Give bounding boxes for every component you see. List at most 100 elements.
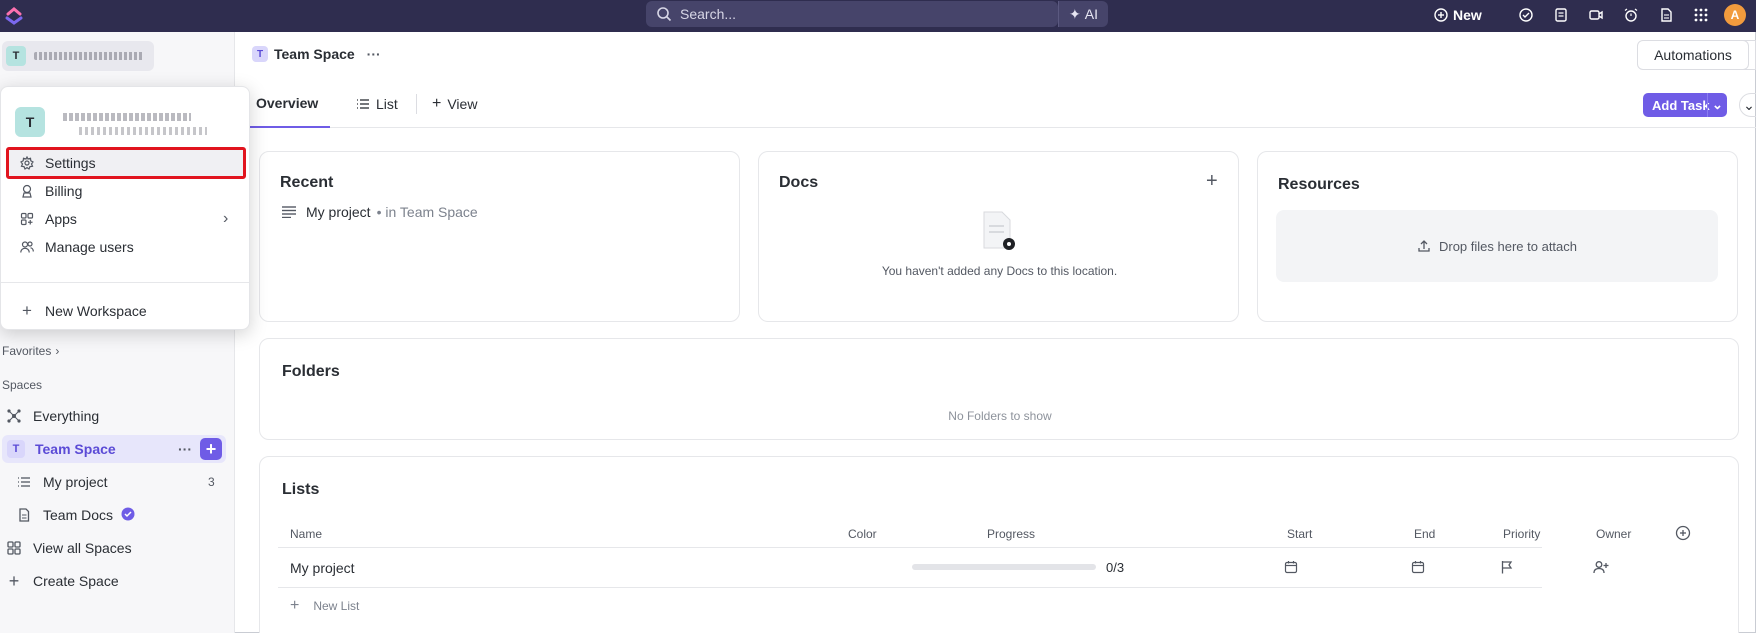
chevron-right-icon: ›	[55, 344, 60, 358]
lists-title: Lists	[282, 481, 320, 498]
column-header-color[interactable]: Color	[848, 527, 877, 541]
workspace-name-redacted	[34, 52, 144, 60]
workspace-name-redacted	[63, 113, 191, 121]
chevron-down-icon[interactable]: ⌄	[1707, 93, 1727, 117]
recent-item[interactable]: My project • in Team Space	[282, 204, 478, 220]
add-view-button[interactable]: + View	[432, 80, 477, 128]
spaces-label: Spaces	[2, 378, 43, 392]
billing-icon	[19, 183, 35, 199]
menu-item-settings[interactable]: Settings	[6, 147, 246, 179]
alarm-clock-icon[interactable]	[1621, 5, 1641, 25]
plus-icon: +	[432, 95, 442, 112]
column-header-end[interactable]: End	[1414, 527, 1435, 541]
search-icon	[657, 7, 672, 22]
main-content: T Team Space ··· Automations Overview Li…	[224, 32, 1756, 633]
favorites-label: Favorites	[2, 344, 52, 358]
task-check-icon[interactable]	[1516, 5, 1536, 25]
view-tabs: Overview List + View	[224, 80, 1756, 128]
space-avatar: T	[7, 440, 25, 458]
add-doc-icon[interactable]: +	[1206, 170, 1218, 193]
file-drop-zone[interactable]: Drop files here to attach	[1276, 210, 1718, 282]
space-name[interactable]: Team Space	[274, 46, 355, 62]
docs-empty-text: You haven't added any Docs to this locat…	[881, 264, 1118, 278]
lists-card: Lists Name Color Progress Start End Prio…	[259, 456, 1739, 633]
collapse-chevron-icon[interactable]: ⌄	[1739, 93, 1756, 117]
automations-button[interactable]: Automations	[1637, 40, 1749, 70]
sidebar-item-team-docs[interactable]: Team Docs	[0, 501, 226, 529]
start-date-icon[interactable]	[1284, 560, 1298, 574]
sidebar-item-label: Team Space	[35, 441, 116, 457]
apps-grid-icon[interactable]	[1691, 5, 1711, 25]
clickup-logo-icon[interactable]	[4, 6, 24, 26]
workspace-url-redacted	[79, 127, 207, 135]
sparkle-icon: ✦	[1069, 5, 1081, 22]
plus-icon: +	[8, 570, 20, 591]
sidebar-item-label: View all Spaces	[33, 540, 132, 556]
menu-item-apps[interactable]: Apps ›	[7, 204, 245, 234]
list-name[interactable]: My project	[290, 560, 355, 576]
sidebar-item-view-all-spaces[interactable]: View all Spaces	[0, 534, 226, 562]
new-label: New	[1453, 7, 1482, 23]
column-header-progress[interactable]: Progress	[987, 527, 1035, 541]
menu-item-new-workspace[interactable]: + New Workspace	[7, 296, 245, 326]
tab-divider	[416, 94, 417, 114]
search-bar[interactable]: Search...	[646, 1, 1058, 27]
menu-item-label: Manage users	[45, 239, 134, 255]
workspace-avatar: T	[6, 46, 26, 66]
column-header-name[interactable]: Name	[290, 527, 322, 541]
new-list-button[interactable]: + New List	[290, 597, 359, 615]
video-clip-icon[interactable]	[1586, 5, 1606, 25]
favorites-section[interactable]: Favorites ›	[2, 344, 59, 358]
menu-item-billing[interactable]: Billing	[7, 176, 245, 206]
tab-label: Overview	[256, 95, 319, 111]
everything-icon	[5, 407, 23, 425]
folders-empty-text: No Folders to show	[948, 409, 1052, 423]
more-options-icon[interactable]: ···	[367, 46, 381, 62]
list-icon	[357, 99, 369, 109]
document-icon[interactable]	[1656, 5, 1676, 25]
column-header-owner[interactable]: Owner	[1596, 527, 1631, 541]
plus-icon: +	[290, 597, 300, 614]
priority-flag-icon[interactable]	[1500, 560, 1514, 574]
menu-item-label: New Workspace	[45, 303, 147, 319]
sidebar-item-create-space[interactable]: + Create Space	[0, 567, 226, 595]
tab-list[interactable]: List	[356, 80, 398, 128]
sidebar-item-my-project[interactable]: My project 3	[0, 468, 226, 496]
apps-icon	[19, 211, 35, 227]
column-header-start[interactable]: Start	[1287, 527, 1312, 541]
end-date-icon[interactable]	[1411, 560, 1425, 574]
menu-item-manage-users[interactable]: Manage users	[7, 232, 245, 262]
column-header-priority[interactable]: Priority	[1503, 527, 1540, 541]
menu-item-label: Apps	[45, 211, 77, 227]
ai-button[interactable]: ✦ AI	[1058, 1, 1108, 27]
assign-owner-icon[interactable]	[1593, 560, 1609, 574]
new-button[interactable]: New	[1434, 4, 1482, 26]
resources-title: Resources	[1278, 176, 1360, 193]
resources-card: Resources Drop files here to attach	[1257, 151, 1738, 322]
sidebar-item-label: Team Docs	[43, 507, 114, 523]
add-column-icon[interactable]	[1675, 525, 1691, 541]
sidebar-item-team-space[interactable]: T Team Space ··· +	[2, 435, 226, 463]
workspace-menu-header: T	[15, 107, 207, 137]
more-options-icon[interactable]: ···	[178, 441, 192, 457]
search-placeholder: Search...	[680, 6, 737, 22]
space-avatar: T	[252, 46, 268, 62]
user-avatar[interactable]: A	[1724, 4, 1746, 26]
row-divider	[278, 587, 1542, 588]
sidebar-item-label: Create Space	[33, 573, 119, 589]
upload-icon	[1418, 240, 1430, 252]
add-to-space-button[interactable]: +	[200, 438, 222, 460]
ai-label: AI	[1084, 6, 1098, 22]
plus-circle-icon	[1434, 8, 1448, 22]
docs-card: Docs + You haven't added any Docs to thi…	[758, 151, 1239, 322]
recent-item-name: My project	[306, 204, 371, 220]
add-task-button[interactable]: Add Task ⌄	[1643, 93, 1727, 117]
sidebar-item-label: Everything	[33, 408, 100, 424]
workspace-switcher[interactable]: T	[2, 41, 154, 71]
automations-caret[interactable]	[1742, 40, 1756, 70]
table-row[interactable]: My project 0/3	[260, 547, 1740, 587]
workspace-avatar: T	[15, 107, 45, 137]
recent-item-location: • in Team Space	[376, 204, 478, 220]
sidebar-item-everything[interactable]: Everything	[0, 402, 226, 430]
notepad-icon[interactable]	[1551, 5, 1571, 25]
